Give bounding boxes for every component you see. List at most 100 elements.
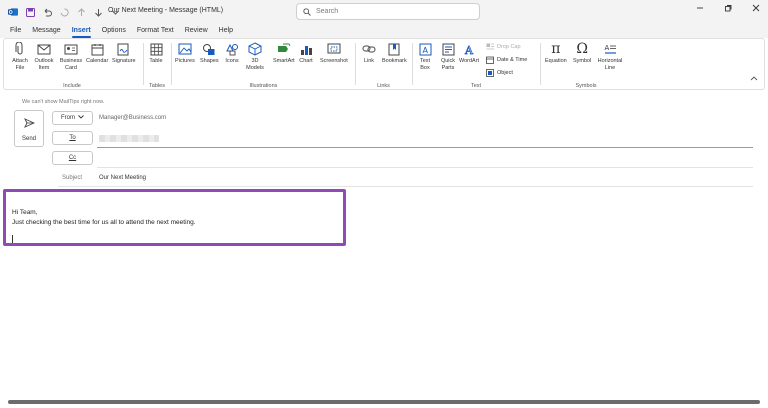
group-label-text: Text bbox=[470, 83, 482, 89]
save-icon[interactable] bbox=[25, 7, 35, 17]
outlook-logo-icon bbox=[8, 7, 18, 17]
date-time-button[interactable]: Date & Time bbox=[486, 56, 527, 64]
quick-parts-button[interactable]: Quick Parts bbox=[439, 42, 457, 71]
search-box[interactable]: Search bbox=[296, 3, 480, 20]
horizontal-line-icon: A bbox=[603, 42, 617, 56]
pictures-button[interactable]: Pictures bbox=[175, 42, 195, 65]
object-icon bbox=[486, 69, 494, 77]
ribbon-tabs: File Message Insert Options Format Text … bbox=[0, 24, 768, 38]
search-placeholder: Search bbox=[316, 8, 339, 15]
mailtips-info: We can't show MailTips right now. bbox=[22, 99, 105, 105]
svg-text:A: A bbox=[604, 44, 609, 52]
window-title: Our Next Meeting - Message (HTML) bbox=[108, 7, 224, 14]
smartart-icon bbox=[277, 42, 291, 56]
tab-options[interactable]: Options bbox=[102, 24, 126, 38]
tab-format-text[interactable]: Format Text bbox=[137, 24, 174, 38]
redo-icon[interactable] bbox=[59, 7, 69, 17]
drop-cap-button[interactable]: Drop Cap bbox=[486, 43, 521, 51]
title-bar: Our Next Meeting - Message (HTML) Search bbox=[0, 0, 768, 24]
ribbon-insert: Attach File Outlook Item Business Card C… bbox=[3, 38, 765, 90]
chart-button[interactable]: Chart bbox=[299, 42, 313, 65]
group-label-include: Include bbox=[63, 83, 81, 89]
svg-text:A: A bbox=[464, 44, 474, 56]
to-button[interactable]: To bbox=[52, 131, 93, 145]
subject-field-underline bbox=[58, 186, 753, 187]
bookmark-button[interactable]: Bookmark bbox=[382, 42, 407, 65]
symbol-button[interactable]: Ω Symbol bbox=[573, 41, 591, 65]
group-label-symbols: Symbols bbox=[575, 83, 597, 89]
window-controls bbox=[696, 4, 760, 14]
link-icon bbox=[362, 42, 376, 56]
svg-text:A: A bbox=[422, 46, 428, 55]
send-label: Send bbox=[21, 136, 36, 142]
tab-help[interactable]: Help bbox=[219, 24, 233, 38]
cc-button[interactable]: Cc bbox=[52, 151, 93, 165]
search-icon bbox=[303, 3, 311, 21]
collapse-ribbon-icon[interactable] bbox=[750, 68, 758, 86]
group-links: Link Bookmark Links bbox=[356, 39, 411, 91]
send-icon bbox=[23, 115, 35, 133]
group-label-illustrations: Illustrations bbox=[249, 83, 278, 89]
minimize-icon[interactable] bbox=[696, 4, 704, 14]
from-button[interactable]: From bbox=[52, 111, 93, 125]
date-time-icon bbox=[486, 56, 494, 64]
horizontal-line-button[interactable]: A Horizontal Line bbox=[597, 42, 623, 71]
bookmark-icon bbox=[387, 42, 401, 56]
text-box-icon: A bbox=[418, 42, 432, 56]
arrow-down-icon[interactable] bbox=[93, 7, 103, 17]
group-symbols: π Equation Ω Symbol A Horizontal Line Sy… bbox=[541, 39, 631, 91]
table-button[interactable]: Table bbox=[149, 42, 163, 65]
shapes-button[interactable]: Shapes bbox=[200, 42, 219, 65]
to-field-underline bbox=[97, 147, 753, 148]
screenshot-button[interactable]: Screenshot bbox=[320, 42, 348, 65]
group-tables: Table Tables bbox=[144, 39, 170, 91]
wordart-button[interactable]: A WordArt bbox=[459, 42, 479, 65]
icons-icon bbox=[225, 42, 239, 56]
link-button[interactable]: Link bbox=[362, 42, 376, 65]
3d-models-button[interactable]: 3D Models bbox=[245, 42, 265, 71]
tab-file[interactable]: File bbox=[10, 24, 21, 38]
signature-button[interactable]: Signature bbox=[112, 42, 136, 65]
restore-icon[interactable] bbox=[724, 4, 732, 14]
pi-icon: π bbox=[551, 41, 561, 57]
close-icon[interactable] bbox=[752, 4, 760, 14]
cc-field-underline bbox=[97, 167, 753, 168]
drop-cap-icon bbox=[486, 43, 494, 51]
shapes-icon bbox=[202, 42, 216, 56]
attach-file-button[interactable]: Attach File bbox=[10, 42, 30, 71]
highlight-box bbox=[3, 189, 346, 246]
picture-icon bbox=[178, 42, 192, 56]
smartart-button[interactable]: SmartArt bbox=[273, 42, 295, 65]
quick-access-toolbar bbox=[0, 7, 120, 17]
subject-label: Subject bbox=[62, 175, 83, 181]
envelope-icon bbox=[37, 42, 51, 56]
group-label-tables: Tables bbox=[149, 83, 165, 89]
tab-insert[interactable]: Insert bbox=[71, 24, 91, 38]
cube-icon bbox=[248, 42, 262, 56]
table-icon bbox=[149, 42, 163, 56]
quick-parts-icon bbox=[441, 42, 455, 56]
calendar-icon bbox=[90, 42, 104, 56]
from-address: Manager@Business.com bbox=[99, 115, 167, 121]
arrow-up-icon[interactable] bbox=[76, 7, 86, 17]
group-illustrations: Pictures Shapes Icons 3D Models SmartArt bbox=[172, 39, 355, 91]
subject-field[interactable]: Our Next Meeting bbox=[99, 175, 146, 181]
group-text: A Text Box Quick Parts A WordArt Drop Ca… bbox=[413, 39, 539, 91]
calendar-button[interactable]: Calendar bbox=[86, 42, 108, 65]
business-card-button[interactable]: Business Card bbox=[59, 42, 83, 71]
outlook-item-button[interactable]: Outlook Item bbox=[32, 42, 56, 71]
omega-icon: Ω bbox=[576, 41, 588, 57]
send-button[interactable]: Send bbox=[14, 110, 44, 147]
tab-message[interactable]: Message bbox=[32, 24, 60, 38]
chevron-down-icon bbox=[78, 115, 84, 121]
text-box-button[interactable]: A Text Box bbox=[417, 42, 433, 71]
equation-button[interactable]: π Equation bbox=[545, 41, 567, 65]
wordart-icon: A bbox=[462, 42, 476, 56]
icons-button[interactable]: Icons bbox=[225, 42, 239, 65]
horizontal-scrollbar[interactable] bbox=[8, 400, 760, 404]
group-label-links: Links bbox=[377, 83, 390, 89]
object-button[interactable]: Object bbox=[486, 69, 513, 77]
to-recipient-redacted[interactable] bbox=[99, 135, 159, 142]
undo-icon[interactable] bbox=[42, 7, 52, 17]
tab-review[interactable]: Review bbox=[185, 24, 208, 38]
